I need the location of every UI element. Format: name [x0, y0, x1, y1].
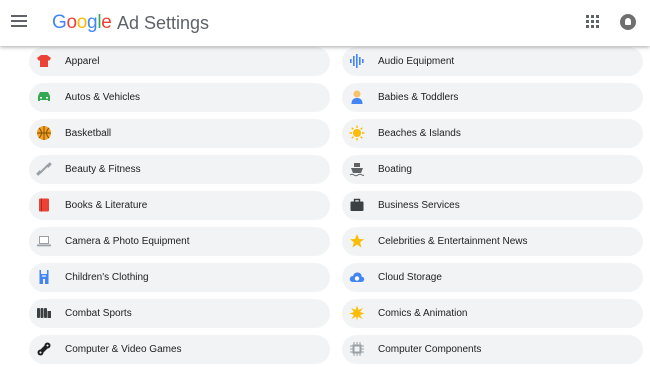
- topic-chip-comics-animation[interactable]: Comics & Animation: [342, 299, 643, 328]
- topic-label: Babies & Toddlers: [378, 92, 459, 103]
- boat-icon: [349, 161, 365, 177]
- laptop-icon: [36, 233, 52, 249]
- sun-icon: [349, 125, 365, 141]
- gamepad-icon: [36, 341, 52, 357]
- topic-label: Audio Equipment: [378, 56, 455, 67]
- topic-label: Apparel: [65, 56, 100, 67]
- topic-chip-cloud-storage[interactable]: Cloud Storage: [342, 263, 643, 292]
- topic-label: Children's Clothing: [65, 272, 149, 283]
- topic-label: Autos & Vehicles: [65, 92, 141, 103]
- baby-icon: [349, 89, 365, 105]
- topic-label: Celebrities & Entertainment News: [378, 236, 528, 247]
- topic-chip-beaches-islands[interactable]: Beaches & Islands: [342, 119, 643, 148]
- topic-chip-autos-vehicles[interactable]: Autos & Vehicles: [29, 83, 330, 112]
- topic-chip-business-services[interactable]: Business Services: [342, 191, 643, 220]
- topic-chip-boating[interactable]: Boating: [342, 155, 643, 184]
- star-icon: [349, 233, 365, 249]
- app-bar: Google Ad Settings: [0, 0, 650, 46]
- topic-label: Books & Literature: [65, 200, 148, 211]
- basketball-icon: [36, 125, 52, 141]
- burst-icon: [349, 305, 365, 321]
- audio-wave-icon: [349, 53, 365, 69]
- topic-chip-computer-components[interactable]: Computer Components: [342, 335, 643, 364]
- topic-label: Computer Components: [378, 344, 482, 355]
- hamburger-menu-icon[interactable]: [11, 15, 27, 29]
- dumbbell-icon: [36, 161, 52, 177]
- topic-label: Business Services: [378, 200, 460, 211]
- cpu-chip-icon: [349, 341, 365, 357]
- topic-label: Camera & Photo Equipment: [65, 236, 190, 247]
- topic-label: Beauty & Fitness: [65, 164, 141, 175]
- shirt-icon: [36, 53, 52, 69]
- topic-chip-apparel[interactable]: Apparel: [29, 47, 330, 76]
- cloud-icon: [349, 269, 365, 285]
- topic-label: Boating: [378, 164, 412, 175]
- topic-label: Computer & Video Games: [65, 344, 182, 355]
- account-icon[interactable]: [620, 14, 636, 30]
- topic-chip-books-literature[interactable]: Books & Literature: [29, 191, 330, 220]
- topic-chip-camera-photo-equipment[interactable]: Camera & Photo Equipment: [29, 227, 330, 256]
- topic-label: Comics & Animation: [378, 308, 468, 319]
- topic-chip-audio-equipment[interactable]: Audio Equipment: [342, 47, 643, 76]
- book-icon: [36, 197, 52, 213]
- overalls-icon: [36, 269, 52, 285]
- topic-label: Basketball: [65, 128, 112, 139]
- topic-chip-combat-sports[interactable]: Combat Sports: [29, 299, 330, 328]
- topic-chip-computer-video-games[interactable]: Computer & Video Games: [29, 335, 330, 364]
- page-title: Ad Settings: [117, 13, 210, 33]
- car-icon: [36, 89, 52, 105]
- topic-label: Beaches & Islands: [378, 128, 461, 139]
- topic-chip-basketball[interactable]: Basketball: [29, 119, 330, 148]
- topic-list: Apparel Autos & Vehicles Basketball Beau…: [0, 44, 650, 367]
- topic-chip-beauty-fitness[interactable]: Beauty & Fitness: [29, 155, 330, 184]
- topic-chip-babies-toddlers[interactable]: Babies & Toddlers: [342, 83, 643, 112]
- topic-chip-celebrities-entertainment-news[interactable]: Celebrities & Entertainment News: [342, 227, 643, 256]
- google-logo: Google: [52, 12, 112, 33]
- topic-chip-childrens-clothing[interactable]: Children's Clothing: [29, 263, 330, 292]
- boxing-glove-icon: [36, 305, 52, 321]
- apps-grid-icon[interactable]: [586, 15, 600, 29]
- topic-label: Combat Sports: [65, 308, 132, 319]
- topic-label: Cloud Storage: [378, 272, 442, 283]
- briefcase-icon: [349, 197, 365, 213]
